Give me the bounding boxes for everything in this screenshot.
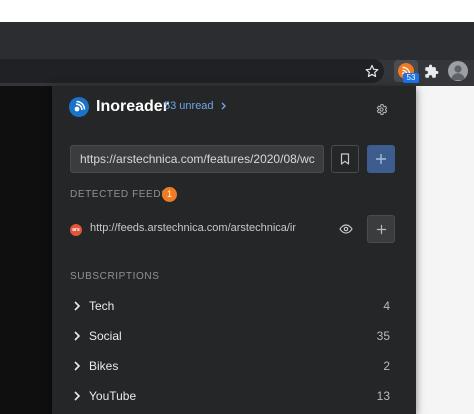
subscription-name: YouTube bbox=[89, 389, 137, 403]
plus-icon bbox=[376, 224, 386, 234]
detected-count-badge: 1 bbox=[162, 187, 177, 202]
page-dark-region bbox=[0, 86, 52, 414]
star-icon[interactable] bbox=[363, 62, 381, 80]
unread-link-label: 53 unread bbox=[164, 100, 214, 112]
subscription-row-social[interactable]: Social 35 bbox=[52, 321, 416, 351]
subscription-count: 2 bbox=[383, 359, 390, 373]
subscription-name: Bikes bbox=[89, 359, 119, 373]
subscription-name: Tech bbox=[89, 299, 115, 313]
inoreader-popup: Inoreader 53 unread https://arstechnica.… bbox=[52, 86, 416, 414]
subscription-row-bikes[interactable]: Bikes 2 bbox=[52, 351, 416, 381]
gear-icon bbox=[376, 103, 387, 115]
subscription-row-tech[interactable]: Tech 4 bbox=[52, 291, 416, 321]
subscribe-feed-button[interactable] bbox=[367, 215, 395, 243]
inoreader-logo-icon bbox=[69, 97, 89, 117]
eye-icon bbox=[339, 224, 353, 234]
chevron-right-icon bbox=[221, 102, 226, 110]
subscribe-url-button[interactable] bbox=[367, 145, 395, 173]
profile-icon[interactable] bbox=[448, 61, 468, 81]
plus-icon bbox=[376, 154, 386, 164]
url-input[interactable]: https://arstechnica.com/features/2020/08… bbox=[70, 145, 324, 173]
unread-link[interactable]: 53 unread bbox=[164, 100, 227, 112]
subscription-name: Social bbox=[89, 329, 122, 343]
chevron-right-icon bbox=[74, 361, 81, 371]
subscription-count: 35 bbox=[376, 329, 390, 343]
detected-feeds-heading: DETECTED FEEDS bbox=[70, 189, 169, 200]
detected-feed-url[interactable]: http://feeds.arstechnica.com/arstechnica… bbox=[90, 222, 296, 234]
preview-feed-button[interactable] bbox=[337, 220, 355, 238]
puzzle-icon[interactable] bbox=[422, 62, 440, 80]
subscription-count: 13 bbox=[376, 389, 390, 403]
chevron-right-icon bbox=[74, 301, 81, 311]
chevron-right-icon bbox=[74, 331, 81, 341]
bookmark-icon bbox=[340, 153, 350, 165]
subscription-count: 4 bbox=[383, 299, 390, 313]
subscriptions-heading: SUBSCRIPTIONS bbox=[70, 271, 160, 282]
address-bar[interactable] bbox=[0, 59, 384, 83]
brand-name: Inoreader bbox=[96, 98, 169, 115]
browser-tab-strip bbox=[0, 22, 474, 60]
extension-unread-badge: 53 bbox=[403, 73, 419, 83]
chevron-right-icon bbox=[74, 391, 81, 401]
feed-favicon: ars bbox=[70, 224, 82, 236]
settings-button[interactable] bbox=[372, 100, 390, 118]
bookmark-button[interactable] bbox=[331, 145, 359, 173]
subscription-row-youtube[interactable]: YouTube 13 bbox=[52, 381, 416, 411]
